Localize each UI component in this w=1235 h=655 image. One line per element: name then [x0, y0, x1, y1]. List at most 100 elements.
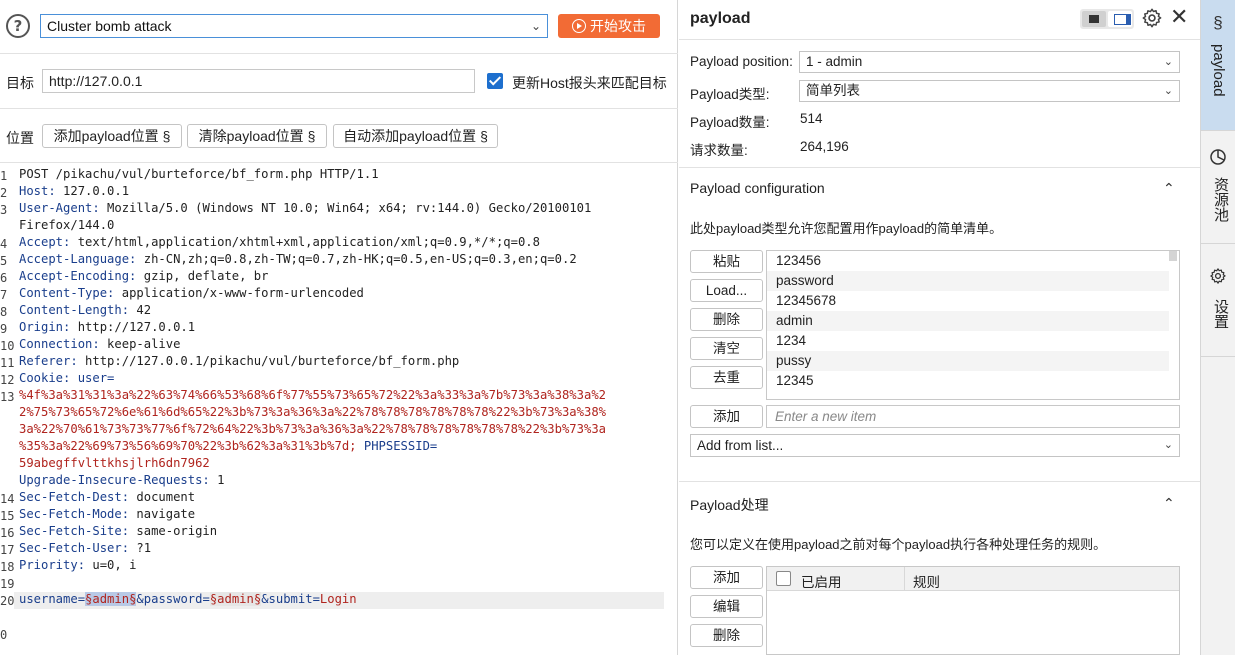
header-line: Sec-Fetch-Site: same-origin	[19, 524, 217, 538]
payload-marker-password[interactable]: §admin§	[209, 592, 262, 606]
line-number: 5	[0, 254, 8, 268]
header-key: User-Agent:	[19, 201, 100, 215]
new-item-input[interactable]: Enter a new item	[766, 405, 1180, 428]
header-value: 127.0.0.1	[55, 184, 130, 198]
line-number: 20	[0, 594, 15, 608]
header-line: Content-Length: 42	[19, 303, 151, 317]
payload-marker-username[interactable]: §admin§	[85, 592, 137, 606]
add-payload-position-button[interactable]: 添加payload位置 §	[42, 124, 182, 148]
layout-toggle[interactable]	[1080, 9, 1134, 29]
cookie-line: Cookie: user=	[19, 371, 114, 385]
clear-payload-position-button[interactable]: 清除payload位置 §	[187, 124, 327, 148]
start-attack-label: 开始攻击	[590, 18, 646, 34]
cookie-value-line: %4f%3a%31%31%3a%22%63%74%66%53%68%6f%77%…	[19, 388, 606, 402]
header-line: Content-Type: application/x-www-form-url…	[19, 286, 364, 300]
line-number: 14	[0, 492, 15, 506]
list-item[interactable]: 123456	[767, 251, 1169, 271]
header-value: document	[129, 490, 196, 504]
header-key: Content-Length:	[19, 303, 130, 317]
line-number: 9	[0, 322, 8, 336]
list-scrollbar[interactable]	[1169, 251, 1177, 261]
rules-table[interactable]: 已启用 规则	[766, 566, 1180, 655]
param-eq: =	[202, 592, 210, 606]
clear-button[interactable]: 清空	[690, 337, 763, 360]
cookie-value-line: 2%75%73%65%72%6e%61%6d%65%22%3b%73%3a%36…	[19, 405, 606, 419]
auto-add-payload-position-button[interactable]: 自动添加payload位置 §	[333, 124, 498, 148]
chevron-up-icon[interactable]: ⌃	[1163, 495, 1175, 512]
cookie-eq: =	[429, 439, 438, 453]
remove-button[interactable]: 删除	[690, 308, 763, 331]
remove-rule-button[interactable]: 删除	[690, 624, 763, 647]
line-number: 16	[0, 526, 15, 540]
payload-panel: payload ✕ Payload position: 1 - admin ⌄ P…	[679, 0, 1200, 655]
dedupe-button[interactable]: 去重	[690, 366, 763, 389]
target-url-input[interactable]: http://127.0.0.1	[42, 69, 475, 93]
header-line: Sec-Fetch-User: ?1	[19, 541, 151, 555]
column-enabled[interactable]: 已启用	[801, 571, 842, 591]
paste-button[interactable]: 粘贴	[690, 250, 763, 273]
payload-count-label: Payload数量:	[690, 115, 770, 130]
list-item[interactable]: 12345678	[767, 291, 1169, 311]
tab-resource-pool[interactable]: 资源池	[1201, 131, 1235, 244]
param-amp: &	[136, 592, 144, 606]
start-attack-button[interactable]: 开始攻击	[558, 14, 660, 38]
chevron-down-icon: ⌄	[1163, 56, 1173, 68]
tab-settings-label: 设置	[1212, 299, 1229, 329]
request-editor[interactable]: 1 2 3 4 5 6 7 8 9 10 11 12 13 14 15 16 17 18 19 20 0 POST /p…	[0, 164, 678, 655]
layout-panel-icon[interactable]	[1108, 11, 1132, 27]
edit-rule-button[interactable]: 编辑	[690, 595, 763, 618]
add-item-button[interactable]: 添加	[690, 405, 763, 428]
positions-label: 位置	[6, 130, 34, 146]
payload-position-select[interactable]: 1 - admin ⌄	[799, 51, 1180, 73]
update-host-label: 更新Host报头来匹配目标	[512, 75, 667, 91]
list-item[interactable]: pussy	[767, 351, 1169, 371]
add-rule-button[interactable]: 添加	[690, 566, 763, 589]
header-line: Accept: text/html,application/xhtml+xml,…	[19, 235, 540, 249]
panel-header: payload ✕	[679, 0, 1200, 40]
column-rule[interactable]: 规则	[913, 571, 940, 591]
list-item[interactable]: password	[767, 271, 1169, 291]
list-item[interactable]: 1234	[767, 331, 1169, 351]
layout-split-icon[interactable]	[1082, 11, 1106, 27]
header-value: gzip, deflate, br	[136, 269, 269, 283]
select-all-checkbox[interactable]	[776, 571, 791, 586]
update-host-checkbox[interactable]	[487, 73, 503, 89]
close-icon[interactable]: ✕	[1170, 6, 1188, 28]
payload-type-select[interactable]: 简单列表 ⌄	[799, 80, 1180, 102]
tab-payload[interactable]: § payload	[1201, 0, 1235, 131]
payload-list[interactable]: 123456 password 12345678 admin 1234 puss…	[766, 250, 1180, 400]
list-item[interactable]: admin	[767, 311, 1169, 331]
header-key: Sec-Fetch-Dest:	[19, 490, 130, 504]
header-line: Referer: http://127.0.0.1/pikachu/vul/bu…	[19, 354, 459, 368]
request-count-label: 请求数量:	[690, 143, 748, 158]
target-row: 目标 http://127.0.0.1 更新Host报头来匹配目标	[0, 54, 678, 109]
attack-toolbar: ? Cluster bomb attack ⌄ 开始攻击	[0, 0, 678, 54]
header-line: Host: 127.0.0.1	[19, 184, 129, 198]
pie-chart-icon	[1210, 149, 1226, 165]
payload-config-title: Payload configuration	[690, 180, 825, 196]
chevron-down-icon: ⌄	[1163, 439, 1173, 451]
gear-icon[interactable]	[1141, 7, 1163, 29]
play-circle-icon	[572, 19, 586, 33]
list-item[interactable]: 12345	[767, 371, 1169, 391]
help-icon[interactable]: ?	[6, 14, 30, 38]
chevron-up-icon[interactable]: ⌃	[1163, 180, 1175, 197]
line-number: 12	[0, 373, 15, 387]
load-button[interactable]: Load...	[690, 279, 763, 302]
line-number: 17	[0, 543, 15, 557]
header-key: Accept-Language:	[19, 252, 137, 266]
line-number: 3	[0, 203, 8, 217]
header-key: Sec-Fetch-User:	[19, 541, 130, 555]
header-line-wrap: Firefox/144.0	[19, 218, 115, 232]
line-number: 4	[0, 237, 8, 251]
cookie-name: PHPSESSID	[356, 439, 430, 453]
add-from-list-select[interactable]: Add from list... ⌄	[690, 434, 1180, 457]
payload-position-label: Payload position:	[690, 54, 793, 69]
attack-type-select[interactable]: Cluster bomb attack ⌄	[40, 14, 548, 38]
header-line: Upgrade-Insecure-Requests: 1	[19, 473, 224, 487]
tab-settings[interactable]: 设置	[1201, 244, 1235, 357]
chevron-down-icon: ⌄	[1163, 85, 1173, 97]
param-amp: &	[261, 592, 269, 606]
payload-processing-title: Payload处理	[690, 497, 769, 513]
line-number: 18	[0, 560, 15, 574]
